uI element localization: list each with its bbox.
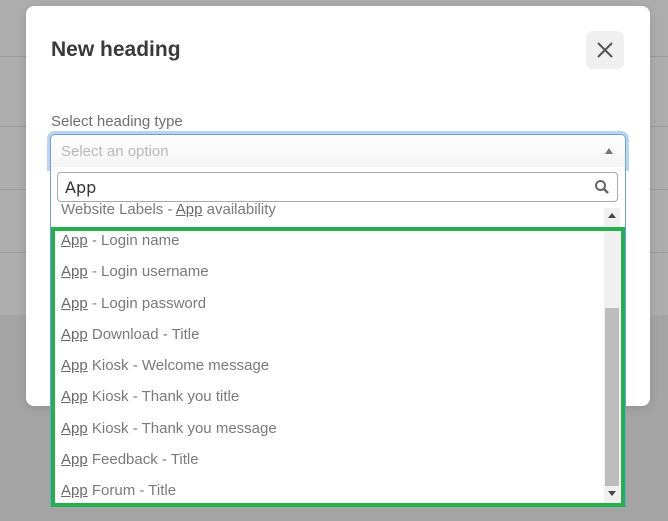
option-suffix: - Login password [87,295,207,312]
option-label: App Feedback - Title [61,451,199,468]
option-suffix: availability [202,201,276,218]
select-placeholder: Select an option [61,143,169,160]
option-suffix: - Login name [87,232,180,249]
heading-type-label: Select heading type [51,113,183,130]
option-label: App - Login username [61,263,209,280]
option-match-highlight: App [61,263,88,280]
option-label: Website Labels - App availability [61,201,276,218]
dropdown-option[interactable]: App Forum - Title [61,482,176,499]
option-match-highlight: App [61,232,88,249]
dropdown-search-input[interactable] [58,173,588,201]
option-match-highlight: App [61,326,88,343]
dropdown-option[interactable]: App Download - Title [61,326,199,343]
option-suffix: Download - Title [87,326,200,343]
option-label: App Kiosk - Thank you title [61,388,239,405]
option-match-highlight: App [61,420,88,437]
option-suffix: - Login username [87,263,209,280]
dropdown-option[interactable]: App - Login password [61,295,206,312]
option-match-highlight: App [175,201,203,218]
scroll-down-arrow-icon[interactable] [608,491,616,496]
dropdown-option[interactable]: App Kiosk - Thank you message [61,420,277,437]
option-label: App Forum - Title [61,482,176,499]
heading-type-select[interactable]: Select an option [50,134,626,168]
option-suffix: Kiosk - Thank you title [87,388,240,405]
modal-title: New heading [51,38,181,61]
option-match-highlight: App [61,451,88,468]
option-prefix: Website Labels - [61,201,176,218]
chevron-up-icon [605,148,613,154]
option-match-highlight: App [61,388,88,405]
dropdown-option[interactable]: Website Labels - App availability [61,200,276,218]
option-label: App - Login name [61,232,179,249]
option-match-highlight: App [61,357,88,374]
option-suffix: Kiosk - Welcome message [87,357,270,374]
dropdown-option[interactable]: App - Login username [61,263,209,280]
dropdown-option[interactable]: App - Login name [61,232,179,249]
close-icon [597,42,613,58]
option-label: App - Login password [61,295,206,312]
search-icon [595,180,609,194]
option-match-highlight: App [61,295,88,312]
option-suffix: Kiosk - Thank you message [87,420,277,437]
option-label: App Kiosk - Thank you message [61,420,277,437]
close-button[interactable] [586,31,624,69]
dropdown-option[interactable]: App Feedback - Title [61,451,199,468]
option-match-highlight: App [61,482,88,499]
option-label: App Kiosk - Welcome message [61,357,269,374]
option-suffix: Forum - Title [87,482,177,499]
dropdown-option[interactable]: App Kiosk - Thank you title [61,388,239,405]
option-suffix: Feedback - Title [87,451,199,468]
dropdown-option[interactable]: App Kiosk - Welcome message [61,357,269,374]
option-label: App Download - Title [61,326,199,343]
scrollbar-thumb[interactable] [605,308,619,486]
scroll-up-arrow-icon[interactable] [608,213,616,218]
dropdown-search-field[interactable] [57,172,618,202]
